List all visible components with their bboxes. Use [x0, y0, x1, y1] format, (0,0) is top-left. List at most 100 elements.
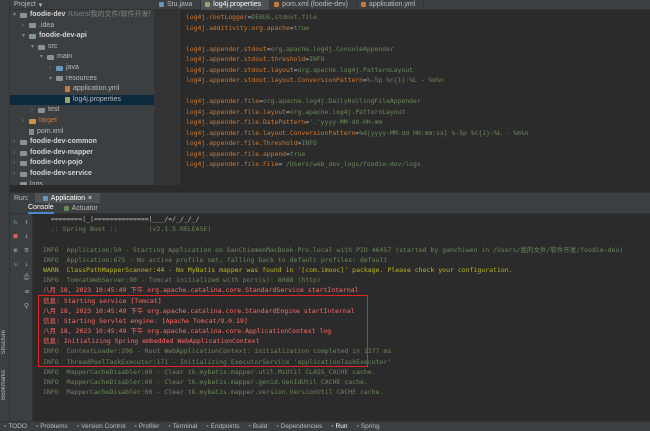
print-icon[interactable]: ⎙ [22, 273, 31, 282]
tool-window-endpoints[interactable]: ▪ Endpoints [206, 423, 239, 430]
code-line: log4j.appender.file.File= /Users/web_dev… [186, 159, 650, 170]
chevron-right-icon[interactable]: › [22, 116, 29, 127]
tool-window-run[interactable]: ▪ Run [331, 423, 347, 430]
up-arrow-icon[interactable]: ↑ [22, 217, 31, 226]
file-tab[interactable]: application.yml [357, 0, 425, 10]
property-key: log4j.appender.file.append [186, 149, 287, 158]
console-line: INFO Application:50 - Starting Applicati… [43, 245, 624, 254]
code-line: log4j.appender.stdout.threshold=INFO [186, 54, 650, 65]
tree-item[interactable]: › foodie-dev-service [10, 169, 154, 180]
chevron-right-icon[interactable]: › [13, 137, 20, 148]
property-key: log4j.appender.file.Threshold [186, 139, 298, 147]
tree-item-label: pom.xml [37, 127, 64, 135]
tool-window-problems[interactable]: ▪ Problems [36, 423, 68, 430]
tool-window-icon: ▪ [168, 423, 171, 430]
rerun-icon[interactable]: ↻ [11, 217, 20, 226]
tool-window-profiler[interactable]: ▪ Profiler [135, 423, 160, 430]
console-line: INFO TomcatWebServer:90 - Tomcat initial… [43, 276, 321, 285]
tree-item[interactable]: ▾ foodie-dev/Users/我的文件/软件开发/ [10, 10, 154, 21]
chevron-right-icon[interactable]: › [13, 158, 20, 169]
tool-window-dependencies[interactable]: ▪ Dependencies [276, 423, 322, 430]
tab-actuator[interactable]: Actuator [63, 203, 98, 214]
project-dropdown[interactable]: Project ▾ [10, 1, 155, 9]
tree-item[interactable]: › foodie-dev-pojo [10, 158, 154, 169]
scroll-end-icon[interactable]: ⇣ [22, 259, 31, 268]
tool-window-icon: ▪ [4, 423, 7, 430]
console-line: WARN ClassPathMapperScanner:44 - No MyBa… [43, 265, 513, 274]
tool-window-todo[interactable]: ▪ TODO [4, 423, 27, 430]
stop-icon[interactable]: ■ [11, 231, 20, 240]
exit-icon[interactable]: ⇲ [11, 259, 20, 268]
tree-item[interactable]: ▾ main [10, 52, 154, 63]
chevron-right-icon[interactable]: › [13, 148, 20, 159]
tree-item[interactable]: ▾ src [10, 42, 154, 53]
chevron-right-icon[interactable]: › [13, 169, 20, 180]
code-line: log4j.appender.file.append=true [186, 149, 650, 160]
tool-window-label: Endpoints [210, 423, 240, 430]
editor-gutter [155, 10, 180, 185]
file-tabs: Stu.java log4j.properties pom.xml (foodie-… [155, 0, 425, 10]
tool-window-icon: ▪ [276, 423, 279, 430]
chevron-right-icon[interactable]: › [22, 21, 29, 32]
camera-icon[interactable]: ◉ [11, 245, 20, 254]
tree-item[interactable]: › foodie-dev-common [10, 137, 154, 148]
tree-item[interactable]: › .idea [10, 21, 154, 32]
property-value: org.apache.log4j.DailyRollingFileAppende… [262, 97, 421, 105]
pin-icon[interactable]: ⚲ [22, 301, 31, 310]
tool-window-icon: ▪ [76, 423, 80, 430]
folder-icon [29, 118, 36, 124]
tree-item[interactable]: › test [10, 105, 154, 116]
file-tab[interactable]: log4j.properties [201, 0, 271, 10]
tree-item[interactable]: › target [10, 116, 154, 127]
wrap-icon[interactable]: ≡ [22, 245, 31, 254]
tool-window-spring[interactable]: ▪ Spring [356, 423, 379, 430]
chevron-down-icon[interactable]: ▾ [31, 42, 38, 53]
tool-window-terminal[interactable]: ▪ Terminal [168, 423, 197, 430]
tool-window-build[interactable]: ▪ Build [249, 423, 268, 430]
chevron-right-icon[interactable]: › [31, 105, 38, 116]
chevron-down-icon[interactable]: ▾ [22, 31, 29, 42]
code-line: log4j.appender.file.DatePattern='.'yyyy-… [186, 117, 650, 128]
tool-window-label: Terminal [172, 423, 198, 430]
property-key: log4j.rootLogger [186, 13, 248, 21]
property-value: org.apache.log4j.ConsoleAppender [270, 44, 394, 53]
trash-icon[interactable]: ⌫ [22, 287, 31, 296]
chevron-right-icon[interactable]: › [49, 63, 56, 74]
tree-item-label: resources [66, 74, 97, 82]
property-value: /Users/web_dev_logs/foodie-dev/logs [282, 160, 421, 168]
file-icon [65, 86, 70, 93]
tree-item-label: logs [30, 180, 43, 186]
console-line: INFO MapperCacheDisabler:60 - Clear tk.m… [43, 378, 368, 386]
down-arrow-icon[interactable]: ↓ [22, 231, 31, 240]
tree-item-label: java [66, 63, 79, 71]
tree-item[interactable]: › foodie-dev-mapper [10, 148, 154, 159]
actuator-tab-label: Actuator [71, 204, 98, 212]
chevron-down-icon[interactable]: ▾ [49, 74, 56, 85]
chevron-down-icon[interactable]: ▾ [40, 52, 47, 63]
tree-item-label: foodie-dev-api [39, 32, 87, 40]
tree-item-label: foodie-dev-mapper [30, 148, 94, 156]
chevron-down-icon[interactable]: ▾ [13, 10, 20, 21]
file-tab[interactable]: Stu.java [155, 0, 202, 10]
tree-item[interactable]: ▾ resources [10, 74, 154, 85]
file-tab[interactable]: pom.xml (foodie-dev) [270, 0, 357, 10]
tool-window-icon: ▪ [35, 423, 39, 430]
tree-item[interactable]: log4j.properties [10, 94, 154, 106]
file-icon [159, 2, 164, 7]
bookmarks-tool-label[interactable]: Bookmarks [1, 370, 7, 400]
tool-window-version-control[interactable]: ▪ Version Control [77, 423, 126, 430]
structure-tool-label[interactable]: Structure [1, 330, 7, 354]
tree-item[interactable]: › java [10, 63, 154, 74]
property-value: %-5p %c{1}:%L - %m%n [366, 76, 444, 84]
tab-console[interactable]: Console [28, 203, 54, 214]
tree-item[interactable]: pom.xml [10, 127, 154, 138]
code-line: log4j.rootLogger=DEBUG,stdout,file [186, 12, 650, 23]
file-icon [65, 97, 70, 104]
tree-item[interactable]: logs [10, 180, 154, 186]
code-line: log4j.appender.stdout.layout.ConversionP… [186, 75, 650, 86]
tool-window-label: Run [335, 423, 348, 430]
code-editor[interactable]: log4j.rootLogger=DEBUG,stdout,file log4j.… [180, 10, 650, 185]
tree-item[interactable]: ▾ foodie-dev-api [10, 31, 154, 42]
tree-item[interactable]: application.yml [10, 84, 154, 95]
